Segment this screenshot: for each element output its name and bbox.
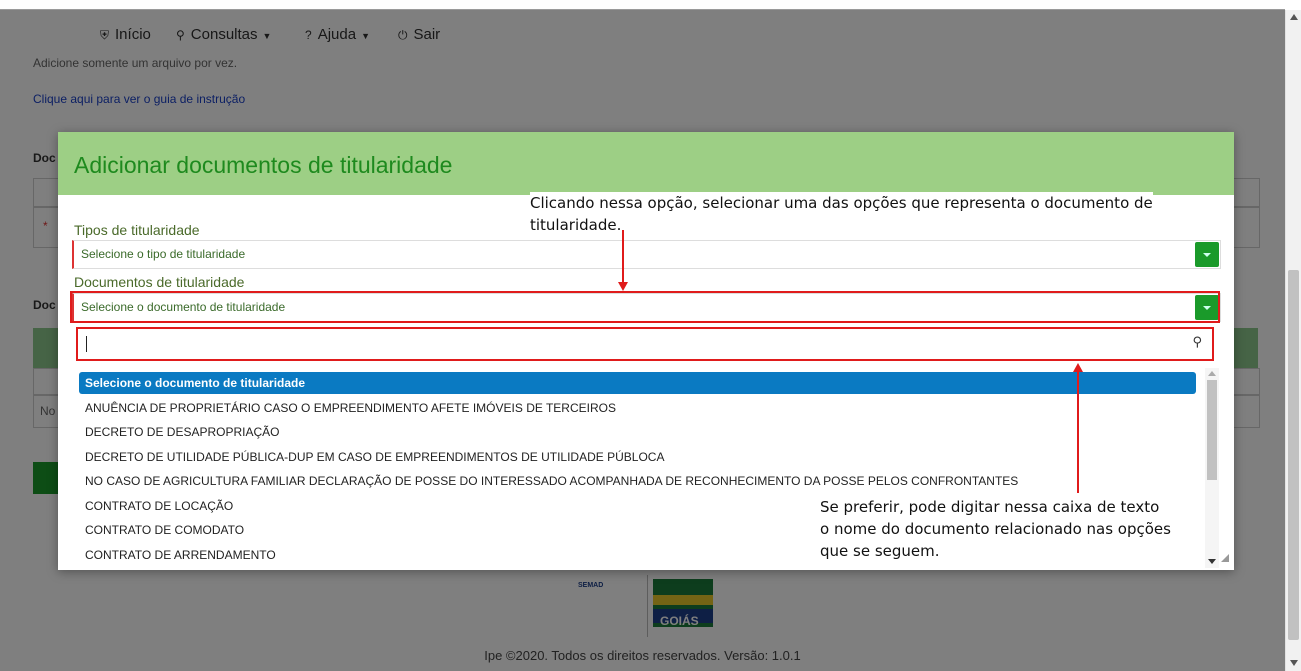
resize-grip-icon[interactable] [1221, 554, 1229, 562]
list-item-option[interactable]: DECRETO DE DESAPROPRIAÇÃO [79, 421, 1196, 443]
scroll-down-icon[interactable] [1208, 559, 1216, 564]
documentos-label: Documentos de titularidade [74, 274, 245, 290]
tipos-select-value: Selecione o tipo de titularidade [81, 247, 246, 261]
annotation-bottom: Se preferir, pode digitar nessa caixa de… [820, 496, 1171, 562]
page-scrollbar[interactable] [1285, 10, 1301, 671]
scroll-up-icon[interactable] [1208, 371, 1216, 376]
modal-header: Adicionar documentos de titularidade [58, 132, 1234, 195]
options-scroll-thumb[interactable] [1207, 380, 1217, 480]
list-item-option[interactable]: NO CASO DE AGRICULTURA FAMILIAR DECLARAÇ… [79, 470, 1196, 492]
highlight-search-input [76, 327, 1214, 361]
list-item-option[interactable]: ANUÊNCIA DE PROPRIETÁRIO CASO O EMPREEND… [79, 397, 1196, 419]
modal-title: Adicionar documentos de titularidade [74, 152, 453, 178]
highlight-documentos-select [70, 291, 1220, 323]
scroll-down-icon[interactable] [1290, 660, 1298, 666]
tipos-label: Tipos de titularidade [74, 222, 200, 238]
list-item-option[interactable]: DECRETO DE UTILIDADE PÚBLICA-DUP EM CASO… [79, 446, 1196, 468]
tipos-select-toggle[interactable] [1195, 242, 1219, 267]
annotation-bottom-line2: o nome do documento relacionado nas opçõ… [820, 520, 1171, 538]
scroll-thumb[interactable] [1288, 270, 1299, 640]
scroll-up-icon[interactable] [1290, 14, 1298, 20]
annotation-bottom-line1: Se preferir, pode digitar nessa caixa de… [820, 498, 1160, 516]
arrow-down-head-icon [618, 282, 628, 291]
chevron-down-icon [1203, 253, 1211, 257]
arrow-up-line [1077, 371, 1079, 493]
tipos-select[interactable]: Selecione o tipo de titularidade [72, 240, 1221, 269]
arrow-down-line [622, 230, 624, 283]
option-selected[interactable]: Selecione o documento de titularidade [79, 372, 1196, 394]
modal-dialog: Adicionar documentos de titularidade Tip… [58, 132, 1234, 570]
annotation-top-line1: Clicando nessa opção, selecionar uma das… [530, 194, 1153, 212]
options-scrollbar[interactable] [1205, 368, 1219, 568]
annotation-bottom-line3: que se seguem. [820, 542, 940, 560]
